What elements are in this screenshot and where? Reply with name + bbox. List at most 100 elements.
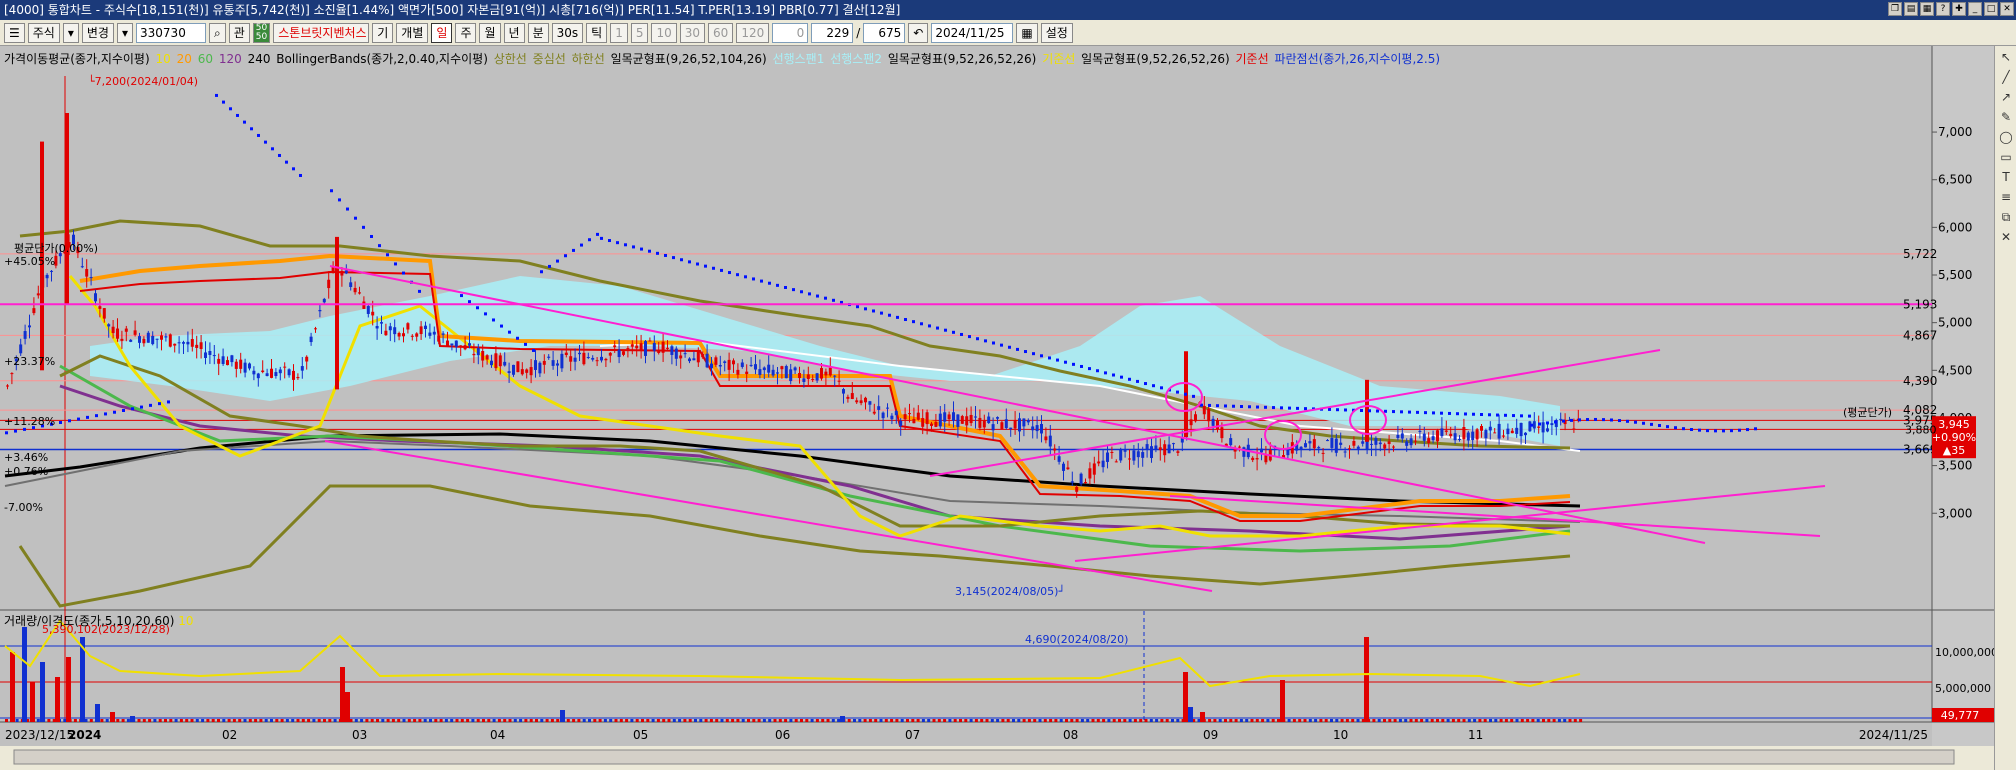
legend-volume[interactable]: 거래량/이격도(종가,5,10,20,60) bbox=[4, 614, 174, 628]
candle-body bbox=[80, 266, 84, 268]
settings-button[interactable]: 설정 bbox=[1040, 22, 1073, 43]
period-minute[interactable]: 분 bbox=[527, 22, 549, 43]
candle-body bbox=[820, 368, 823, 379]
period-tick[interactable]: 틱 bbox=[586, 22, 608, 43]
volume-bar bbox=[535, 719, 538, 722]
trendline-icon[interactable]: ╱ bbox=[1997, 68, 2015, 86]
market-select[interactable]: 주식 bbox=[27, 22, 60, 43]
candle-body bbox=[1053, 448, 1057, 451]
fibonacci-icon[interactable]: ≡ bbox=[1997, 188, 2015, 206]
candle-body bbox=[516, 361, 520, 373]
candle-body bbox=[622, 351, 625, 355]
legend-ich3[interactable]: 일목균형표(9,52,26,52,26) bbox=[1081, 52, 1230, 66]
count-input[interactable]: 229 bbox=[811, 22, 854, 43]
psar-dot bbox=[278, 153, 281, 157]
volume-bar bbox=[678, 719, 682, 722]
legend-ich1-s2: 선행스팬2 bbox=[830, 52, 882, 66]
ellipse-icon[interactable]: ◯ bbox=[1997, 128, 2015, 146]
rectangle-icon[interactable]: ▭ bbox=[1997, 148, 2015, 166]
chevron-down-icon[interactable]: ▾ bbox=[62, 22, 79, 43]
percent-icon[interactable]: 50 50 bbox=[252, 22, 271, 43]
pin-icon[interactable]: ✚ bbox=[1952, 2, 1966, 16]
pencil-icon[interactable]: ✎ bbox=[1997, 108, 2015, 126]
candle-body bbox=[498, 355, 502, 367]
period-30s[interactable]: 30s bbox=[551, 22, 584, 43]
volume-bar bbox=[264, 719, 268, 722]
cursor-icon[interactable]: ↖ bbox=[1997, 48, 2015, 66]
volume-bar bbox=[1123, 719, 1127, 722]
legend-psar[interactable]: 파란점선(종가,26,지수이평,2.5) bbox=[1274, 52, 1440, 66]
candle-body bbox=[6, 385, 9, 387]
candle-body bbox=[182, 342, 185, 344]
candle-body bbox=[1546, 428, 1549, 432]
legend-bb[interactable]: BollingerBands(종가,2,0.40,지수이평) bbox=[276, 52, 488, 66]
volume-bar bbox=[1277, 719, 1280, 722]
date-label: 11 bbox=[1468, 728, 1483, 742]
candle-body bbox=[551, 360, 555, 366]
restore-icon[interactable]: ❐ bbox=[1888, 2, 1902, 16]
minute-120[interactable]: 120 bbox=[736, 22, 770, 43]
psar-dot bbox=[968, 335, 971, 339]
psar-dot bbox=[285, 160, 288, 164]
menu-icon[interactable]: ☰ bbox=[4, 22, 25, 43]
candle-body bbox=[248, 363, 251, 369]
psar-dot bbox=[500, 324, 503, 328]
copy-icon[interactable]: ⧉ bbox=[1997, 208, 2015, 226]
candle-body bbox=[468, 343, 471, 346]
volume-bar bbox=[1160, 719, 1164, 722]
psar-dot bbox=[1376, 409, 1379, 413]
search-icon[interactable]: ⌕ bbox=[209, 22, 226, 43]
date-label: 05 bbox=[633, 728, 648, 742]
minute-5[interactable]: 5 bbox=[630, 22, 649, 43]
maximize-icon[interactable]: □ bbox=[1984, 2, 1998, 16]
close-icon[interactable]: ✕ bbox=[2000, 2, 2014, 16]
candle-body bbox=[833, 375, 837, 377]
minute-30[interactable]: 30 bbox=[679, 22, 706, 43]
ray-icon[interactable]: ↗ bbox=[1997, 88, 2015, 106]
pct-label: +11.28% bbox=[4, 415, 55, 428]
volume-bar bbox=[593, 719, 597, 722]
help-icon[interactable]: ? bbox=[1936, 2, 1950, 16]
window-title: [4000] 통합차트 - 주식수[18,151(천)] 유통주[5,742(천… bbox=[4, 3, 901, 17]
price-chart[interactable]: 7,0006,5006,0005,5005,0004,5004,0003,500… bbox=[0, 46, 1994, 770]
period-year[interactable]: 년 bbox=[503, 22, 525, 43]
period-month[interactable]: 월 bbox=[479, 22, 501, 43]
candle-body bbox=[617, 349, 621, 358]
legend-ich1[interactable]: 일목균형표(9,26,52,104,26) bbox=[611, 52, 767, 66]
date-input[interactable]: 2024/11/25 bbox=[931, 22, 1014, 43]
candle-body bbox=[384, 330, 388, 336]
total-input[interactable]: 675 bbox=[863, 22, 906, 43]
volume-bar bbox=[1404, 719, 1408, 722]
candle-body bbox=[23, 331, 27, 339]
legend-ma[interactable]: 가격이동평균(종가,지수이평) bbox=[4, 52, 150, 66]
minute-60[interactable]: 60 bbox=[708, 22, 734, 43]
volume-bar bbox=[747, 719, 750, 722]
candle-body bbox=[1475, 429, 1479, 440]
psar-dot bbox=[856, 305, 859, 309]
minute-1[interactable]: 1 bbox=[610, 22, 628, 43]
minimize-icon[interactable]: _ bbox=[1968, 2, 1982, 16]
psar-dot bbox=[896, 315, 899, 319]
psar-dot bbox=[243, 120, 246, 124]
chart-area[interactable]: 7,0006,5006,0005,5005,0004,5004,0003,500… bbox=[0, 46, 2016, 770]
text-icon[interactable]: T bbox=[1997, 168, 2015, 186]
legend-ich2[interactable]: 일목균형표(9,52,26,52,26) bbox=[888, 52, 1037, 66]
code-input[interactable]: 330730 bbox=[136, 22, 207, 43]
view-button[interactable]: 기 bbox=[372, 22, 394, 43]
period-week[interactable]: 주 bbox=[455, 22, 477, 43]
grid-icon[interactable]: ▦ bbox=[1920, 2, 1934, 16]
volume-bar bbox=[651, 719, 655, 722]
back-icon[interactable]: ↶ bbox=[908, 22, 929, 43]
tile-icon[interactable]: ▤ bbox=[1904, 2, 1918, 16]
interval-input[interactable]: 0 bbox=[772, 22, 809, 43]
view2-button[interactable]: 개별 bbox=[396, 22, 429, 43]
minute-10[interactable]: 10 bbox=[651, 22, 677, 43]
period-day[interactable]: 일 bbox=[431, 22, 453, 43]
chevron-down-icon[interactable]: ▾ bbox=[116, 22, 134, 43]
jump-button[interactable]: 관 bbox=[228, 22, 250, 43]
delete-icon[interactable]: ✕ bbox=[1997, 228, 2015, 246]
mode-select[interactable]: 변경 bbox=[81, 22, 114, 43]
calendar-icon[interactable]: ▦ bbox=[1016, 22, 1038, 43]
candle-body bbox=[1242, 447, 1246, 457]
volume-bar bbox=[466, 719, 470, 722]
